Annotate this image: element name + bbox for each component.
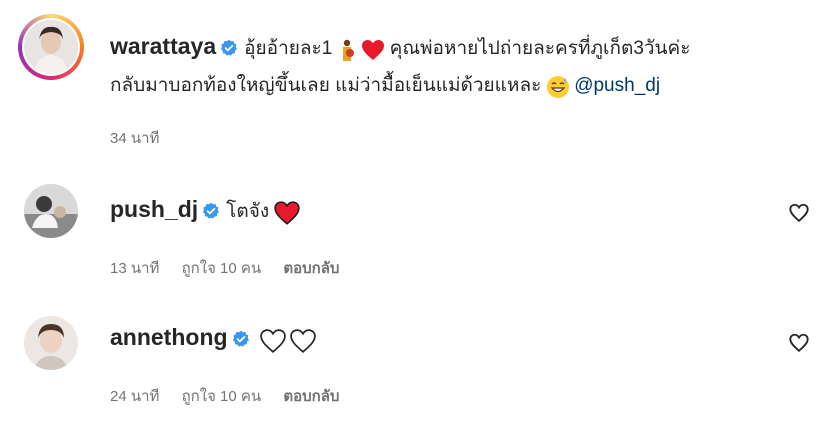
pregnant-woman-emoji (342, 39, 354, 61)
comment-text-line2: กลับมาบอกท้องใหญ่ขึ้นเลย แม่ว่ามื้อเย็นแ… (110, 75, 542, 96)
like-heart-icon[interactable] (788, 202, 810, 224)
comment-warattaya: warattaya อุ้ยอ้ายละ1 คุณพ่อหายไปถ่ายละคร… (0, 0, 820, 150)
verified-badge-icon (203, 202, 220, 219)
comment-meta: 24 นาที ถูกใจ 10 คน ตอบกลับ (110, 384, 357, 408)
comment-push-dj: push_dj โตจัง 13 นาที ถูกใจ 10 คน ตอบกลับ (0, 150, 820, 290)
comment-annethong: annethong 24 นาที ถูกใจ 10 คน ตอบกลับ (0, 290, 820, 446)
avatar-annethong[interactable] (24, 316, 78, 370)
white-heart-emoji (290, 329, 317, 353)
red-heart-emoji (362, 39, 385, 60)
comment-meta: 13 นาที ถูกใจ 10 คน ตอบกลับ (110, 256, 357, 280)
white-heart-emoji (260, 329, 286, 353)
comment-time: 34 นาที (110, 130, 160, 147)
comment-line: push_dj โตจัง (110, 196, 300, 226)
mention-link[interactable]: @push_dj (574, 75, 660, 96)
like-count[interactable]: ถูกใจ 10 คน (182, 260, 262, 277)
like-count[interactable]: ถูกใจ 10 คน (182, 388, 262, 405)
verified-badge-icon (232, 330, 249, 347)
username[interactable]: annethong (110, 324, 228, 350)
comment-text: อุ้ยอ้ายละ1 (244, 38, 333, 59)
comment-line: annethong (110, 324, 317, 353)
comment-text-cont: คุณพ่อหายไปถ่ายละครที่ภูเก็ต3วันค่ะ (389, 38, 691, 59)
comment-time: 13 นาที (110, 260, 160, 277)
verified-badge-icon (221, 39, 237, 56)
comment-time: 24 นาที (110, 388, 160, 405)
red-heart-emoji (273, 201, 300, 225)
like-heart-icon[interactable] (788, 332, 810, 354)
story-ring[interactable] (18, 14, 84, 80)
reply-button[interactable]: ตอบกลับ (283, 388, 339, 405)
comment-line-1: warattaya อุ้ยอ้ายละ1 คุณพ่อหายไปถ่ายละคร… (110, 33, 690, 63)
username[interactable]: warattaya (110, 33, 216, 59)
avatar-push-dj[interactable] (24, 184, 78, 238)
comment-line-2: กลับมาบอกท้องใหญ่ขึ้นเลย แม่ว่ามื้อเย็นแ… (110, 70, 660, 100)
avatar-warattaya[interactable] (24, 20, 78, 74)
comment-text: โตจัง (226, 201, 270, 222)
username[interactable]: push_dj (110, 196, 198, 222)
reply-button[interactable]: ตอบกลับ (283, 260, 339, 277)
comment-meta: 34 นาที (110, 126, 177, 150)
grinning-sweat-emoji (546, 75, 569, 98)
